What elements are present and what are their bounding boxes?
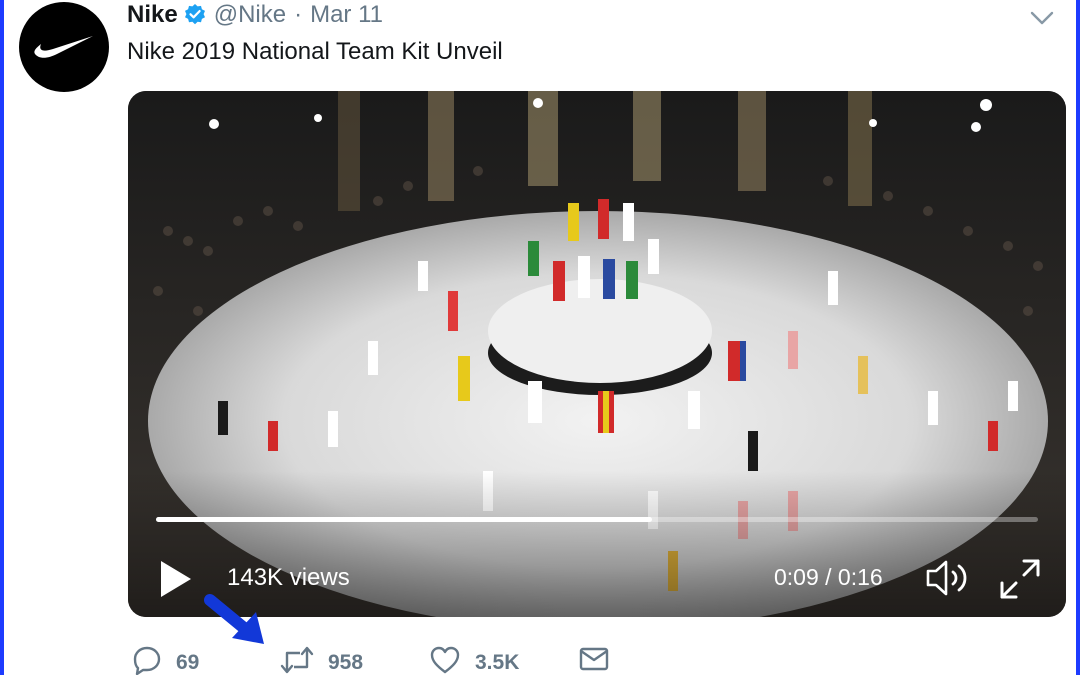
tweet-date[interactable]: Mar 11 <box>310 1 383 29</box>
nike-swoosh-icon <box>34 36 93 58</box>
author-name[interactable]: Nike <box>127 1 178 29</box>
fullscreen-icon[interactable] <box>998 557 1042 601</box>
author-handle[interactable]: @Nike <box>214 1 286 29</box>
retweet-count: 958 <box>328 650 364 674</box>
reply-count: 69 <box>176 650 200 674</box>
volume-icon[interactable] <box>924 558 974 598</box>
envelope-icon <box>578 645 610 678</box>
view-count: 143K views <box>227 564 350 591</box>
nike-avatar[interactable] <box>19 2 109 92</box>
like-count: 3.5K <box>475 650 520 674</box>
tweet-header: Nike @Nike · Mar 11 <box>127 0 383 30</box>
tweet-card: Nike @Nike · Mar 11 Nike 2019 National T… <box>0 0 1080 678</box>
video-player[interactable]: 143K views 0:09 / 0:16 <box>128 91 1066 617</box>
header-separator: · <box>294 1 303 28</box>
video-progress-fill <box>156 517 653 522</box>
verified-badge-icon <box>184 4 206 26</box>
video-frame-image <box>128 91 1066 617</box>
video-progress-bar[interactable] <box>156 517 1038 522</box>
video-time: 0:09 / 0:16 <box>774 564 883 590</box>
direct-message-button[interactable] <box>578 645 610 678</box>
tweet-text: Nike 2019 National Team Kit Unveil <box>127 38 503 65</box>
chevron-down-icon[interactable] <box>1030 8 1054 28</box>
play-icon[interactable] <box>158 559 194 599</box>
blue-arrow-icon <box>202 592 272 650</box>
